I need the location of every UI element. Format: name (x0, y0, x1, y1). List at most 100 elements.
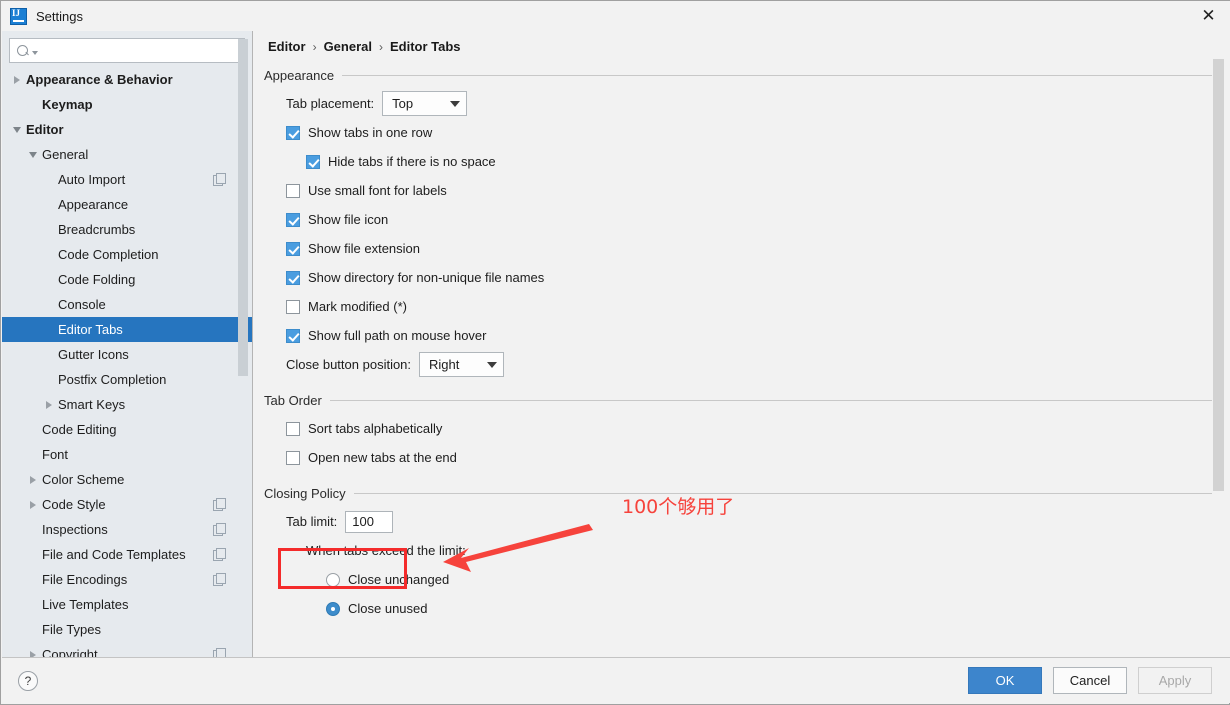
sidebar-item-general[interactable]: General (2, 142, 252, 167)
sidebar-item-label: Font (42, 447, 69, 462)
sidebar-item-label: Breadcrumbs (58, 222, 136, 237)
checkbox-checked-icon[interactable] (286, 212, 300, 227)
chevron-right-icon[interactable] (26, 497, 42, 513)
checkbox-open-new-tabs-at-the-end[interactable]: Open new tabs at the end (264, 443, 1230, 472)
sidebar-item-keymap[interactable]: Keymap (2, 92, 252, 117)
settings-tree[interactable]: Appearance & Behavior Keymap Editor General… (2, 67, 252, 657)
sidebar-item-breadcrumbs[interactable]: Breadcrumbs (2, 217, 252, 242)
sidebar-item-code-folding[interactable]: Code Folding (2, 267, 252, 292)
sidebar-item-postfix-completion[interactable]: Postfix Completion (2, 367, 252, 392)
sidebar-item-file-types[interactable]: File Types (2, 617, 252, 642)
checkbox-checked-icon[interactable] (286, 270, 300, 285)
section-divider (342, 75, 1212, 76)
checkbox-unchecked-icon[interactable] (286, 299, 300, 314)
checkbox-label: Hide tabs if there is no space (328, 154, 496, 169)
sidebar-item-code-completion[interactable]: Code Completion (2, 242, 252, 267)
sidebar-item-console[interactable]: Console (2, 292, 252, 317)
main-scrollbar-thumb[interactable] (1213, 59, 1224, 491)
close-icon[interactable]: ✕ (1186, 1, 1230, 31)
checkbox-label: Mark modified (*) (308, 299, 407, 314)
checkbox-checked-icon[interactable] (286, 328, 300, 343)
breadcrumb-item-editor[interactable]: Editor (268, 39, 306, 54)
chevron-down-icon[interactable] (10, 122, 26, 138)
checkbox-show-directory-for-non-unique-file-names[interactable]: Show directory for non-unique file names (264, 263, 1230, 292)
tab-limit-input[interactable] (345, 510, 394, 533)
appearance-section-header: Appearance (264, 68, 1230, 83)
breadcrumb-item-general[interactable]: General (324, 39, 372, 54)
dialog-footer: ? OK Cancel Apply (2, 657, 1230, 703)
copy-icon (213, 648, 226, 657)
main-scrollbar-track[interactable] (1213, 31, 1227, 659)
tab-placement-select[interactable]: Top (382, 91, 468, 116)
closing-policy-section: Closing Policy Tab limit: When tabs exce… (254, 486, 1230, 623)
sidebar-item-code-style[interactable]: Code Style (2, 492, 252, 517)
checkbox-unchecked-icon[interactable] (286, 421, 300, 436)
checkbox-show-file-icon[interactable]: Show file icon (264, 205, 1230, 234)
sidebar-item-smart-keys[interactable]: Smart Keys (2, 392, 252, 417)
sidebar-item-label: Code Style (42, 497, 106, 512)
breadcrumb: Editor › General › Editor Tabs (268, 39, 1230, 54)
radio-unselected-icon[interactable] (326, 572, 340, 587)
chevron-right-icon[interactable] (42, 397, 58, 413)
chevron-down-icon[interactable] (32, 51, 38, 55)
chevron-right-icon[interactable] (26, 472, 42, 488)
sidebar-item-auto-import[interactable]: Auto Import (2, 167, 252, 192)
search-box[interactable] (9, 38, 245, 63)
sidebar-item-appearance[interactable]: Appearance (2, 192, 252, 217)
sidebar-scrollbar-track[interactable] (238, 31, 250, 659)
checkbox-checked-icon[interactable] (286, 125, 300, 140)
chevron-down-icon[interactable] (26, 147, 42, 163)
radio-close-unused[interactable]: Close unused (264, 594, 1230, 623)
sidebar-item-appearance-behavior[interactable]: Appearance & Behavior (2, 67, 252, 92)
sidebar-item-label: Color Scheme (42, 472, 125, 487)
sidebar-item-color-scheme[interactable]: Color Scheme (2, 467, 252, 492)
ok-button[interactable]: OK (968, 667, 1042, 694)
checkbox-unchecked-icon[interactable] (286, 450, 300, 465)
radio-selected-icon[interactable] (326, 601, 340, 616)
checkbox-checked-icon[interactable] (286, 241, 300, 256)
checkbox-mark-modified[interactable]: Mark modified (*) (264, 292, 1230, 321)
sidebar-scrollbar-thumb[interactable] (238, 39, 248, 376)
sidebar-item-label: General (42, 147, 89, 162)
search-input[interactable] (42, 43, 244, 58)
tab-placement-value: Top (392, 96, 414, 111)
sidebar-item-file-and-code-templates[interactable]: File and Code Templates (2, 542, 252, 567)
cancel-button[interactable]: Cancel (1053, 667, 1127, 694)
sidebar-item-gutter-icons[interactable]: Gutter Icons (2, 342, 252, 367)
chevron-right-icon[interactable] (10, 72, 26, 88)
sidebar-item-editor[interactable]: Editor (2, 117, 252, 142)
copy-icon (213, 498, 226, 511)
checkbox-hide-tabs-if-there-is-no-space[interactable]: Hide tabs if there is no space (264, 147, 1230, 176)
copy-icon (213, 573, 226, 586)
chevron-right-icon[interactable] (26, 647, 42, 657)
checkbox-label: Open new tabs at the end (308, 450, 457, 465)
sidebar-item-code-editing[interactable]: Code Editing (2, 417, 252, 442)
close-button-position-select[interactable]: Right (419, 352, 505, 377)
checkbox-checked-icon[interactable] (306, 154, 320, 169)
sidebar-item-live-templates[interactable]: Live Templates (2, 592, 252, 617)
checkbox-show-full-path-on-mouse-hover[interactable]: Show full path on mouse hover (264, 321, 1230, 350)
checkbox-sort-tabs-alphabetically[interactable]: Sort tabs alphabetically (264, 414, 1230, 443)
checkbox-label: Show full path on mouse hover (308, 328, 487, 343)
checkbox-use-small-font-for-labels[interactable]: Use small font for labels (264, 176, 1230, 205)
checkbox-show-tabs-in-one-row[interactable]: Show tabs in one row (264, 118, 1230, 147)
sidebar-item-file-encodings[interactable]: File Encodings (2, 567, 252, 592)
radio-close-unchanged[interactable]: Close unchanged (264, 565, 1230, 594)
checkbox-show-file-extension[interactable]: Show file extension (264, 234, 1230, 263)
sidebar-item-font[interactable]: Font (2, 442, 252, 467)
settings-dialog: Settings ✕ Appearance & Behavior Keymap Ed… (0, 0, 1230, 705)
sidebar-item-label: Editor (26, 122, 64, 137)
help-icon[interactable]: ? (18, 670, 38, 691)
checkbox-unchecked-icon[interactable] (286, 183, 300, 198)
sidebar-item-copyright[interactable]: Copyright (2, 642, 252, 657)
sidebar-item-editor-tabs[interactable]: Editor Tabs (2, 317, 252, 342)
sidebar-item-inspections[interactable]: Inspections (2, 517, 252, 542)
chevron-down-icon (487, 361, 498, 368)
